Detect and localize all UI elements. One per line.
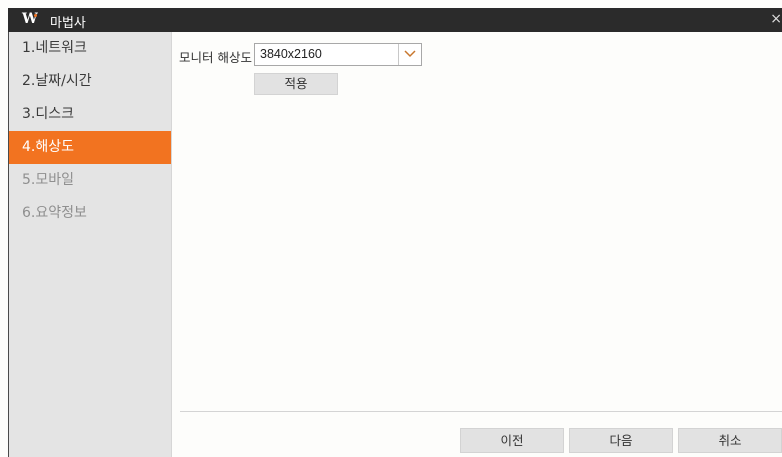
resolution-value: 3840x2160 (260, 47, 322, 61)
wizard-sidebar: 1.네트워크 2.날짜/시간 3.디스크 4.해상도 5.모바일 6.요약정보 (9, 32, 172, 457)
cancel-button[interactable]: 취소 (678, 428, 782, 453)
next-button[interactable]: 다음 (569, 428, 673, 453)
main-panel: 모니터 해상도 3840x2160 적용 이전 다음 취소 (172, 32, 782, 457)
sidebar-item-mobile: 5.모바일 (22, 172, 74, 188)
prev-button[interactable]: 이전 (460, 428, 564, 453)
apply-button[interactable]: 적용 (254, 73, 338, 95)
sidebar-item-date-time[interactable]: 2.날짜/시간 (9, 65, 171, 98)
sidebar-item-disk[interactable]: 3.디스크 (9, 98, 171, 131)
title-bar: W 마법사 × (8, 8, 782, 32)
window-title: 마법사 (50, 16, 86, 31)
chevron-down-icon[interactable] (398, 44, 421, 65)
close-icon[interactable]: × (770, 11, 782, 27)
app-logo-dot (34, 14, 37, 17)
sidebar-item-network[interactable]: 1.네트워크 (9, 32, 171, 65)
sidebar-item-resolution[interactable]: 4.해상도 (9, 131, 171, 164)
monitor-resolution-label: 모니터 해상도 (179, 50, 252, 65)
resolution-select[interactable]: 3840x2160 (254, 43, 422, 66)
footer-divider (180, 411, 782, 412)
sidebar-item-summary: 6.요약정보 (22, 205, 87, 221)
